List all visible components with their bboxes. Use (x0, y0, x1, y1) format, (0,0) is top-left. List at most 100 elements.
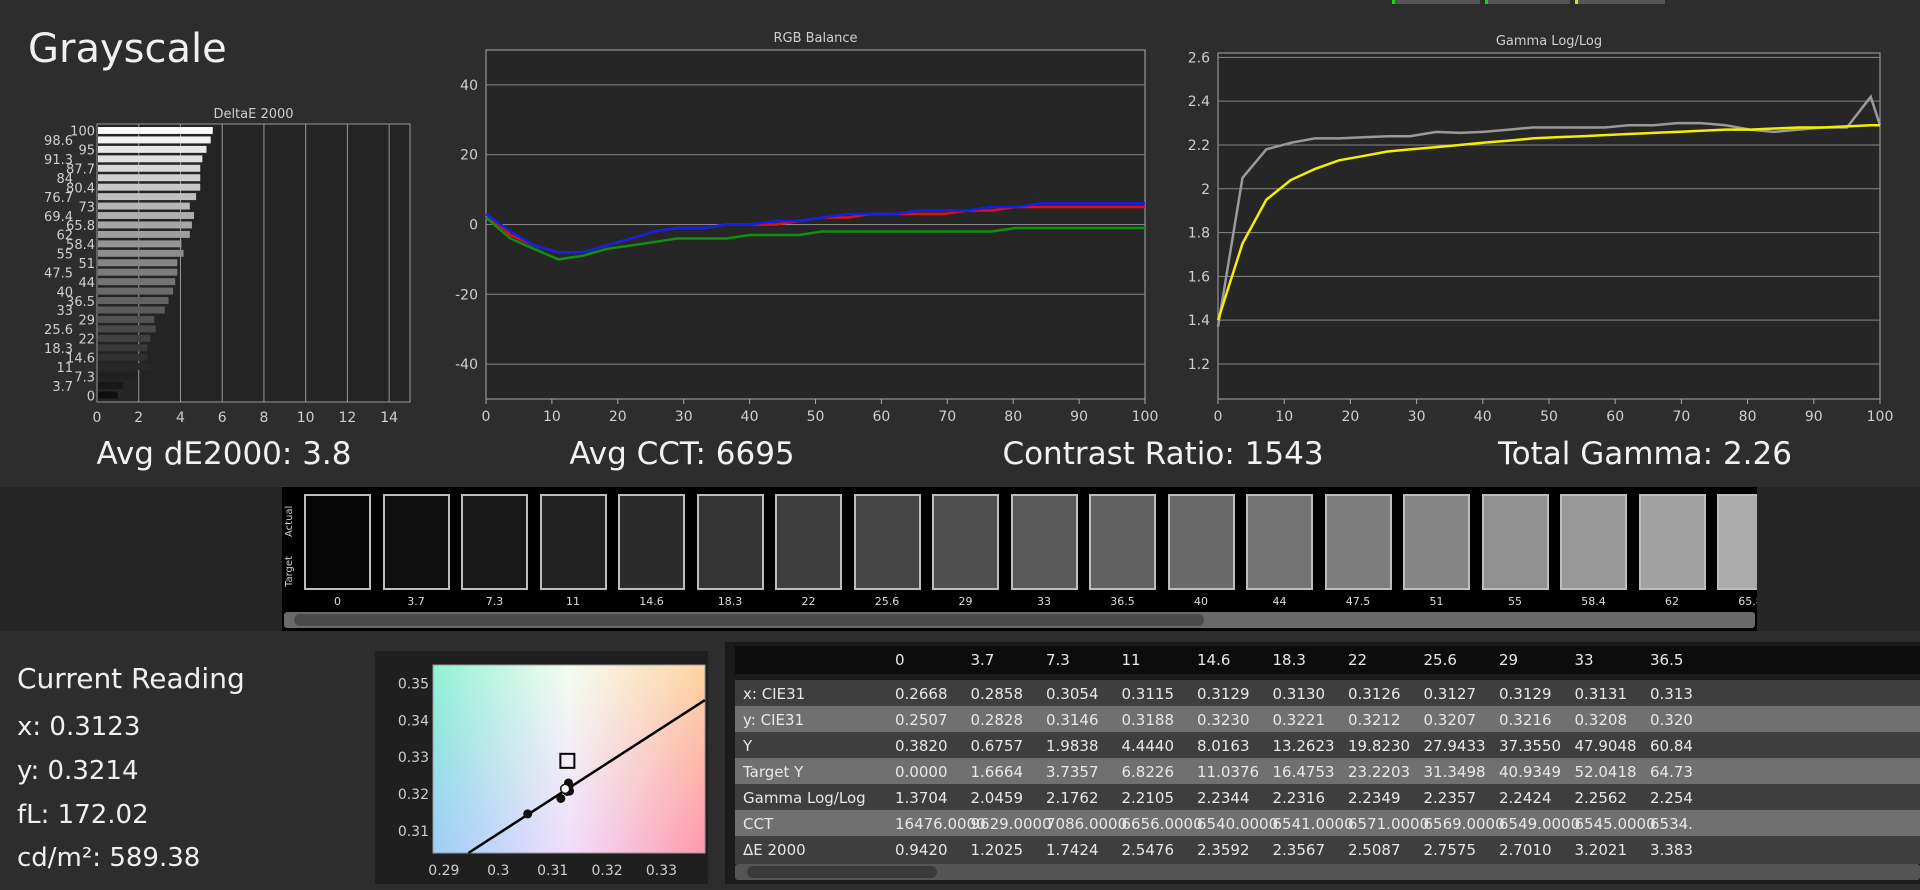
table-cell: 36.5 (1650, 651, 1684, 669)
swatch-label: 33 (1037, 595, 1051, 608)
swatch-scrollbar[interactable] (284, 612, 1755, 628)
deltae-bar (98, 363, 152, 371)
x-tick-label: 60 (872, 409, 890, 425)
x-tick-label: 0.33 (646, 863, 677, 879)
gray-swatch[interactable] (1089, 494, 1156, 590)
table-cell: 0.3129 (1197, 685, 1250, 703)
y-tick-label: 0.33 (398, 750, 429, 766)
swatch-label: 51 (1429, 595, 1444, 608)
table-scroll-thumb[interactable] (747, 866, 937, 878)
x-tick-label: 40 (741, 409, 759, 425)
table-cell: 0.2858 (970, 685, 1024, 703)
cie-chart: 0.29 0.3 0.31 0.32 0.33 0.35 0.34 0.33 0.32 0.31 (398, 664, 706, 879)
gray-swatch[interactable] (1167, 494, 1235, 590)
table-scrollbar[interactable] (735, 864, 1920, 880)
table-cell: 2.2316 (1272, 789, 1326, 807)
table-cell: 1.2025 (970, 841, 1024, 859)
y-tick-label: 0 (469, 218, 478, 234)
gray-swatch[interactable] (775, 494, 842, 590)
x-tick-label: 60 (1606, 409, 1624, 425)
table-cell: 0.3212 (1348, 711, 1401, 729)
y-tick-label: 95 (78, 144, 95, 159)
table-cell: 0.3221 (1272, 711, 1326, 729)
table-cell: 0.3130 (1272, 685, 1326, 703)
gray-swatch[interactable] (696, 494, 764, 590)
gray-swatch[interactable] (1324, 494, 1392, 590)
swatch-strip: Actual Target 0 3.7 7.3 11 14.6 18.3 22 25.6 29 3… (282, 487, 1757, 631)
table-cell: 0.3216 (1499, 711, 1552, 729)
x-tick-label: 6 (218, 410, 227, 426)
table-cell: 6549.0000 (1499, 815, 1581, 833)
row-label: Target Y (743, 763, 804, 781)
table-cell: 14.6 (1197, 651, 1231, 669)
table-cell: 27.9433 (1423, 737, 1486, 755)
table-cell: 0.3820 (895, 737, 948, 755)
deltae-bar (98, 212, 194, 219)
table-cell: 6569.0000 (1423, 815, 1505, 833)
table-cell: 16.4753 (1272, 763, 1335, 781)
x-tick-label: 0.3 (487, 863, 509, 879)
actual-label: Actual (284, 505, 295, 537)
target-label: Target (284, 556, 295, 587)
gray-swatch[interactable] (1010, 494, 1078, 590)
row-label: ΔE 2000 (743, 841, 806, 859)
gray-swatch[interactable] (1717, 494, 1757, 590)
measured-point (523, 809, 533, 819)
x-tick-label: 14 (380, 410, 398, 426)
table-cell: 6545.0000 (1574, 815, 1656, 833)
swatch-label: 65.8 (1738, 595, 1757, 608)
x-tick-label: 100 (1867, 409, 1894, 425)
table-row: Gamma Log/Log 1.3704 2.0459 2.1762 2.2105 2.2… (735, 784, 1920, 812)
gray-swatch[interactable] (539, 494, 607, 590)
gray-swatch[interactable] (618, 494, 685, 590)
deltae-bar (98, 268, 178, 276)
total-gamma-stat: Total Gamma: 2.26 (1498, 436, 1792, 472)
rgb-balance-chart: RGB Balance 40 20 0 -20 -40 0 10 20 30 40 50 60 70 80 9… (455, 31, 1158, 425)
y-tick-label: 2.6 (1188, 50, 1210, 66)
gray-swatch[interactable] (853, 494, 921, 590)
y-tick-label: 98.6 (44, 134, 73, 149)
deltae-bar (98, 193, 197, 201)
table-cell: 60.84 (1650, 737, 1693, 755)
page-title: Grayscale (28, 26, 227, 72)
y-tick-label: 18.3 (44, 342, 73, 357)
gray-swatch[interactable] (1403, 494, 1470, 590)
swatch-scroll-thumb[interactable] (294, 614, 1204, 626)
y-tick-label: 2.4 (1188, 94, 1210, 110)
table-cell: 0.3208 (1574, 711, 1628, 729)
gray-swatch[interactable] (1638, 494, 1706, 590)
current-point (559, 783, 571, 795)
swatch-label: 11 (566, 595, 580, 608)
deltae-bar (98, 306, 165, 314)
y-tick-label: 40 (460, 78, 478, 94)
table-cell: 0.3115 (1121, 685, 1175, 703)
deltae-bar (98, 136, 211, 144)
table-cell: 9629.0000 (970, 815, 1052, 833)
table-cell: 4.4440 (1121, 737, 1175, 755)
table-cell: 2.5476 (1121, 841, 1175, 859)
y-tick-label: 44 (78, 276, 95, 291)
table-cell: 2.2349 (1348, 789, 1401, 807)
x-tick-label: 70 (1672, 409, 1690, 425)
top-indicator-3 (1575, 0, 1665, 4)
y-tick-label: 2.2 (1188, 138, 1210, 154)
current-reading-title: Current Reading (17, 662, 245, 695)
table-cell: 0 (895, 651, 905, 669)
x-tick-label: 40 (1474, 409, 1492, 425)
gray-swatch[interactable] (1246, 494, 1313, 590)
table-header: 0 3.7 7.3 11 14.6 18.3 22 25.6 29 33 36.5 (735, 646, 1920, 674)
gray-swatch[interactable] (932, 494, 999, 590)
avg-de-stat: Avg dE2000: 3.8 (96, 436, 352, 472)
gray-swatch[interactable] (304, 494, 371, 590)
table-cell: 8.0163 (1197, 737, 1250, 755)
table-cell: 0.2828 (970, 711, 1024, 729)
table-cell: 0.3129 (1499, 685, 1552, 703)
gray-swatch[interactable] (382, 494, 450, 590)
y-tick-label: 1.2 (1188, 357, 1210, 373)
table-cell: 2.3567 (1272, 841, 1326, 859)
gray-swatch[interactable] (1481, 494, 1549, 590)
table-row: Y 0.3820 0.6757 1.9838 4.4440 8.0163 13.2623 19… (735, 732, 1920, 760)
gray-swatch[interactable] (461, 494, 528, 590)
gray-swatch[interactable] (1560, 494, 1627, 590)
x-tick-label: 80 (1739, 409, 1757, 425)
